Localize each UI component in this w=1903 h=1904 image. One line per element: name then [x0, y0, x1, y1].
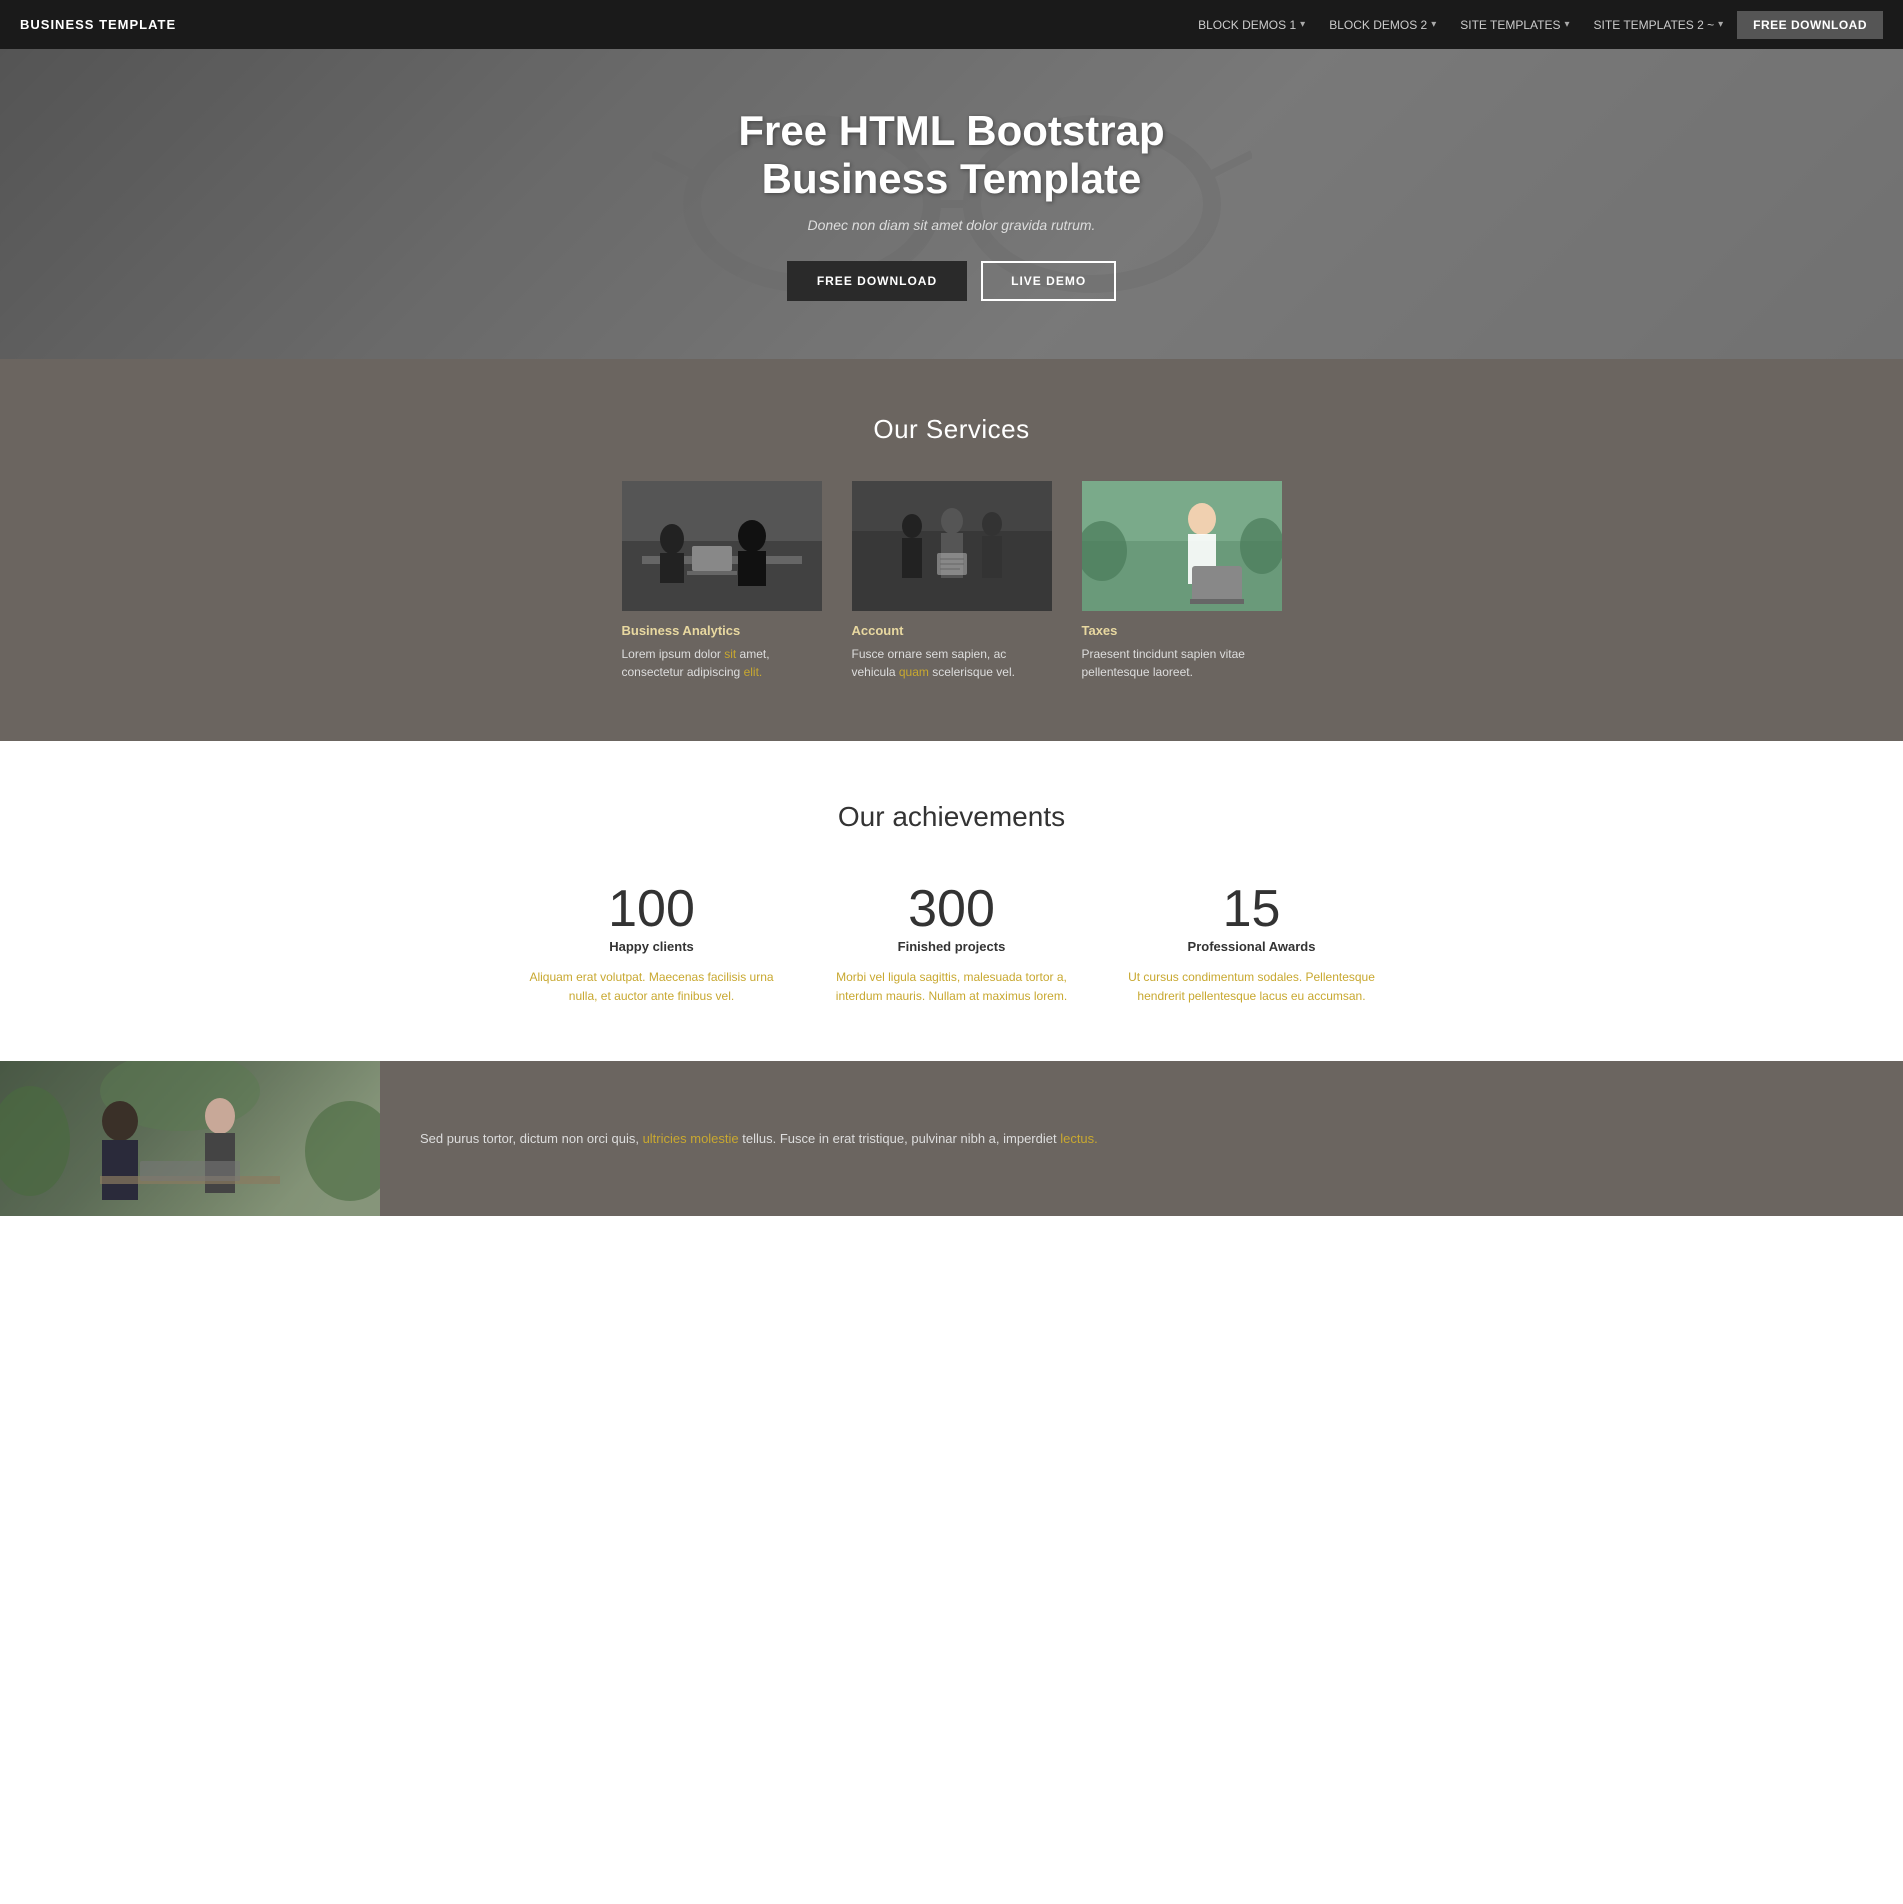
- achievement-number-3: 15: [1122, 883, 1382, 935]
- bottom-section-image: [0, 1061, 380, 1216]
- achievement-professional-awards: 15 Professional Awards Ut cursus condime…: [1102, 883, 1402, 1006]
- nav-link-site-templates[interactable]: SITE TEMPLATES: [1450, 12, 1579, 38]
- service-desc-taxes: Praesent tincidunt sapien vitae pellente…: [1082, 645, 1282, 681]
- service-card-taxes: Taxes Praesent tincidunt sapien vitae pe…: [1082, 481, 1282, 681]
- achievement-number-2: 300: [822, 883, 1082, 935]
- services-grid: Business Analytics Lorem ipsum dolor sit…: [502, 481, 1402, 681]
- service-link-1[interactable]: sit: [724, 647, 736, 661]
- service-image-account: [852, 481, 1052, 611]
- service-title-taxes: Taxes: [1082, 623, 1282, 638]
- hero-download-button[interactable]: FREE DOWNLOAD: [787, 261, 967, 301]
- bottom-link-1[interactable]: ultricies molestie: [643, 1131, 739, 1146]
- service-link-3[interactable]: quam: [899, 665, 929, 679]
- achievement-label-1: Happy clients: [522, 939, 782, 954]
- service-desc-account: Fusce ornare sem sapien, ac vehicula qua…: [852, 645, 1052, 681]
- services-section: Our Services: [0, 359, 1903, 741]
- nav-link-block-demos-1[interactable]: BLOCK DEMOS 1: [1188, 12, 1315, 38]
- hero-buttons: FREE DOWNLOAD LIVE DEMO: [738, 261, 1164, 301]
- caret-icon-4: [1718, 19, 1723, 30]
- service-desc-business-analytics: Lorem ipsum dolor sit amet, consectetur …: [622, 645, 822, 681]
- bottom-section: Sed purus tortor, dictum non orci quis, …: [0, 1061, 1903, 1216]
- service-link-2[interactable]: elit.: [744, 665, 763, 679]
- caret-icon-1: [1300, 19, 1305, 30]
- nav-download-button[interactable]: FREE DOWNLOAD: [1737, 11, 1883, 39]
- caret-icon-3: [1565, 19, 1570, 30]
- hero-title: Free HTML BootstrapBusiness Template: [738, 107, 1164, 204]
- service-title-business-analytics: Business Analytics: [622, 623, 822, 638]
- achievement-desc-2: Morbi vel ligula sagittis, malesuada tor…: [822, 968, 1082, 1006]
- achievement-finished-projects: 300 Finished projects Morbi vel ligula s…: [802, 883, 1102, 1006]
- bottom-link-2[interactable]: lectus.: [1060, 1131, 1098, 1146]
- service-image-business-analytics: [622, 481, 822, 611]
- nav-brand: BUSINESS TEMPLATE: [20, 17, 176, 32]
- achievement-label-3: Professional Awards: [1122, 939, 1382, 954]
- achievement-desc-1: Aliquam erat volutpat. Maecenas facilisi…: [522, 968, 782, 1006]
- achievement-number-1: 100: [522, 883, 782, 935]
- hero-section: Free HTML BootstrapBusiness Template Don…: [0, 49, 1903, 359]
- achievements-title: Our achievements: [20, 801, 1883, 833]
- caret-icon-2: [1431, 19, 1436, 30]
- achievement-label-2: Finished projects: [822, 939, 1082, 954]
- achievement-desc-3: Ut cursus condimentum sodales. Pellentes…: [1122, 968, 1382, 1006]
- nav-link-block-demos-2[interactable]: BLOCK DEMOS 2: [1319, 12, 1446, 38]
- service-title-account: Account: [852, 623, 1052, 638]
- services-title: Our Services: [20, 414, 1883, 445]
- achievements-section: Our achievements 100 Happy clients Aliqu…: [0, 741, 1903, 1061]
- service-card-account: Account Fusce ornare sem sapien, ac vehi…: [852, 481, 1052, 681]
- service-image-taxes: [1082, 481, 1282, 611]
- achievement-happy-clients: 100 Happy clients Aliquam erat volutpat.…: [502, 883, 802, 1006]
- nav-link-site-templates-2[interactable]: SITE TEMPLATES 2 ~: [1584, 12, 1734, 38]
- service-card-business-analytics: Business Analytics Lorem ipsum dolor sit…: [622, 481, 822, 681]
- hero-content: Free HTML BootstrapBusiness Template Don…: [738, 107, 1164, 302]
- hero-subtitle: Donec non diam sit amet dolor gravida ru…: [738, 217, 1164, 233]
- hero-livedemo-button[interactable]: LIVE DEMO: [981, 261, 1116, 301]
- achievements-grid: 100 Happy clients Aliquam erat volutpat.…: [502, 883, 1402, 1006]
- navbar: BUSINESS TEMPLATE BLOCK DEMOS 1 BLOCK DE…: [0, 0, 1903, 49]
- bottom-text-area: Sed purus tortor, dictum non orci quis, …: [380, 1061, 1903, 1216]
- nav-links: BLOCK DEMOS 1 BLOCK DEMOS 2 SITE TEMPLAT…: [1188, 11, 1883, 39]
- bottom-text-content: Sed purus tortor, dictum non orci quis, …: [420, 1128, 1098, 1150]
